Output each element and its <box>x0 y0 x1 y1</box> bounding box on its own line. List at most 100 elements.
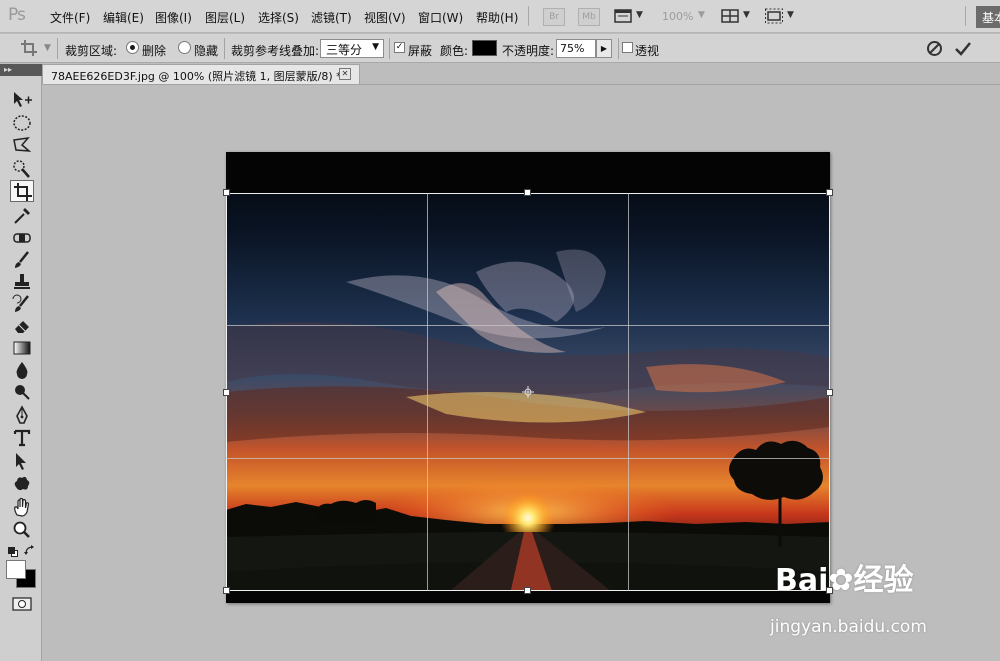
options-divider <box>618 38 619 59</box>
eraser-icon[interactable] <box>10 315 34 337</box>
hand-icon[interactable] <box>10 496 34 518</box>
chevron-down-icon[interactable]: ▼ <box>636 10 643 20</box>
commit-icon[interactable] <box>954 40 972 57</box>
chevron-down-icon[interactable]: ▼ <box>44 43 51 53</box>
ellipse-marquee-icon[interactable] <box>10 112 34 134</box>
options-divider <box>389 38 390 59</box>
shield-checkbox[interactable]: ✓ <box>394 42 405 53</box>
shield-color-swatch[interactable] <box>472 40 497 56</box>
crop-handle-bottom[interactable] <box>524 587 531 594</box>
overlay-label: 裁剪参考线叠加: <box>231 44 320 58</box>
document-title: 78AEE626ED3F.jpg @ 100% (照片滤镜 1, 图层蒙版/8)… <box>51 70 342 83</box>
crop-preset-icon[interactable] <box>20 39 40 57</box>
workspace-switcher[interactable]: 基本 <box>976 6 1000 28</box>
chevron-down-icon[interactable]: ▼ <box>787 10 794 20</box>
swap-colors-icon[interactable] <box>24 545 36 556</box>
options-bar: ▼ 裁剪区域: 删除 隐藏 裁剪参考线叠加: 三等分 ▼ ✓ 屏蔽 颜色: 不透… <box>0 34 1000 63</box>
polygon-lasso-icon[interactable] <box>10 135 34 157</box>
gradient-icon[interactable] <box>10 337 34 359</box>
path-selection-icon[interactable] <box>10 450 34 472</box>
view-extras-icon[interactable] <box>614 8 632 24</box>
type-icon[interactable] <box>10 427 34 449</box>
hide-label: 隐藏 <box>194 44 219 58</box>
crop-handle-top[interactable] <box>524 189 531 196</box>
tools-panel: ▸▸ <box>0 64 42 661</box>
chevron-down-icon[interactable]: ▼ <box>698 10 705 20</box>
menu-edit[interactable]: 编辑(E) <box>103 9 144 26</box>
dodge-icon[interactable] <box>10 381 34 403</box>
menu-bar: Ps 文件(F) 编辑(E) 图像(I) 图层(L) 选择(S) 滤镜(T) 视… <box>0 0 1000 33</box>
menu-layer[interactable]: 图层(L) <box>205 9 245 26</box>
document-tab[interactable]: 78AEE626ED3F.jpg @ 100% (照片滤镜 1, 图层蒙版/8)… <box>42 64 360 84</box>
quick-selection-icon[interactable] <box>10 158 34 180</box>
paw-logo-icon: ✿ <box>828 563 854 598</box>
default-colors-icon[interactable] <box>8 546 18 557</box>
crop-handle-right[interactable] <box>826 389 833 396</box>
crop-shield-top <box>226 152 830 193</box>
zoom-level[interactable]: 100% <box>662 10 693 23</box>
delete-label: 删除 <box>142 44 167 58</box>
perspective-label: 透视 <box>635 44 660 58</box>
overlay-value: 三等分 <box>326 43 363 57</box>
thirds-guide-horizontal-1 <box>226 325 830 326</box>
menu-select[interactable]: 选择(S) <box>258 9 299 26</box>
opacity-input[interactable]: 75% <box>556 39 596 58</box>
delete-radio[interactable] <box>126 41 139 54</box>
quick-mask-icon[interactable] <box>12 597 32 611</box>
move-tool-icon[interactable] <box>10 89 34 111</box>
menu-filter[interactable]: 滤镜(T) <box>311 9 352 26</box>
crop-center-icon[interactable] <box>522 386 534 398</box>
menu-view[interactable]: 视图(V) <box>364 9 406 26</box>
history-brush-icon[interactable] <box>10 293 34 315</box>
options-divider <box>224 38 225 59</box>
watermark-brand-left: Bai <box>775 563 829 598</box>
zoom-icon[interactable] <box>10 519 34 541</box>
options-divider <box>57 38 58 59</box>
opacity-label: 不透明度: <box>502 44 555 58</box>
pen-icon[interactable] <box>10 405 34 427</box>
menu-window[interactable]: 窗口(W) <box>418 9 463 26</box>
watermark-brand: Bai✿经验 <box>775 563 914 598</box>
watermark-url: jingyan.baidu.com <box>770 617 927 637</box>
crop-area-label: 裁剪区域: <box>65 44 118 58</box>
opacity-slider-button[interactable]: ▶ <box>596 39 612 58</box>
mini-bridge-button[interactable]: Mb <box>578 8 600 26</box>
crop-handle-top-right[interactable] <box>826 189 833 196</box>
menubar-divider <box>965 6 966 26</box>
arrange-documents-icon[interactable] <box>721 8 739 24</box>
menu-image[interactable]: 图像(I) <box>155 9 192 26</box>
watermark-brand-right: 经验 <box>853 563 914 598</box>
crop-handle-left[interactable] <box>223 389 230 396</box>
clone-stamp-icon[interactable] <box>10 271 34 293</box>
brush-icon[interactable] <box>10 249 34 271</box>
crop-tool-icon[interactable] <box>10 180 34 202</box>
blur-icon[interactable] <box>10 359 34 381</box>
menubar-divider <box>528 6 529 26</box>
menu-help[interactable]: 帮助(H) <box>476 9 518 26</box>
thirds-guide-vertical-1 <box>427 193 428 591</box>
chevron-down-icon: ▼ <box>372 42 379 52</box>
thirds-guide-vertical-2 <box>628 193 629 591</box>
thirds-guide-horizontal-2 <box>226 458 830 459</box>
overlay-select[interactable]: 三等分 ▼ <box>320 39 384 58</box>
foreground-color-swatch[interactable] <box>6 560 26 579</box>
perspective-checkbox[interactable] <box>622 42 633 53</box>
close-icon[interactable]: ✕ <box>339 68 351 80</box>
chevron-down-icon[interactable]: ▼ <box>743 10 750 20</box>
tab-strip-divider <box>42 84 1000 85</box>
baidu-watermark: Bai✿经验 <box>775 555 914 599</box>
hide-radio[interactable] <box>178 41 191 54</box>
cancel-icon[interactable] <box>926 40 943 57</box>
eyedropper-icon[interactable] <box>10 204 34 226</box>
crop-handle-bottom-left[interactable] <box>223 587 230 594</box>
bridge-button[interactable]: Br <box>543 8 565 26</box>
app-logo: Ps <box>8 5 26 25</box>
menu-file[interactable]: 文件(F) <box>50 9 90 26</box>
shield-label: 屏蔽 <box>408 44 433 58</box>
panel-collapse-icon[interactable]: ▸▸ <box>0 64 42 76</box>
screen-mode-icon[interactable] <box>765 8 783 24</box>
crop-handle-top-left[interactable] <box>223 189 230 196</box>
color-label: 颜色: <box>440 44 469 58</box>
shape-icon[interactable] <box>10 472 34 494</box>
spot-healing-icon[interactable] <box>10 227 34 249</box>
